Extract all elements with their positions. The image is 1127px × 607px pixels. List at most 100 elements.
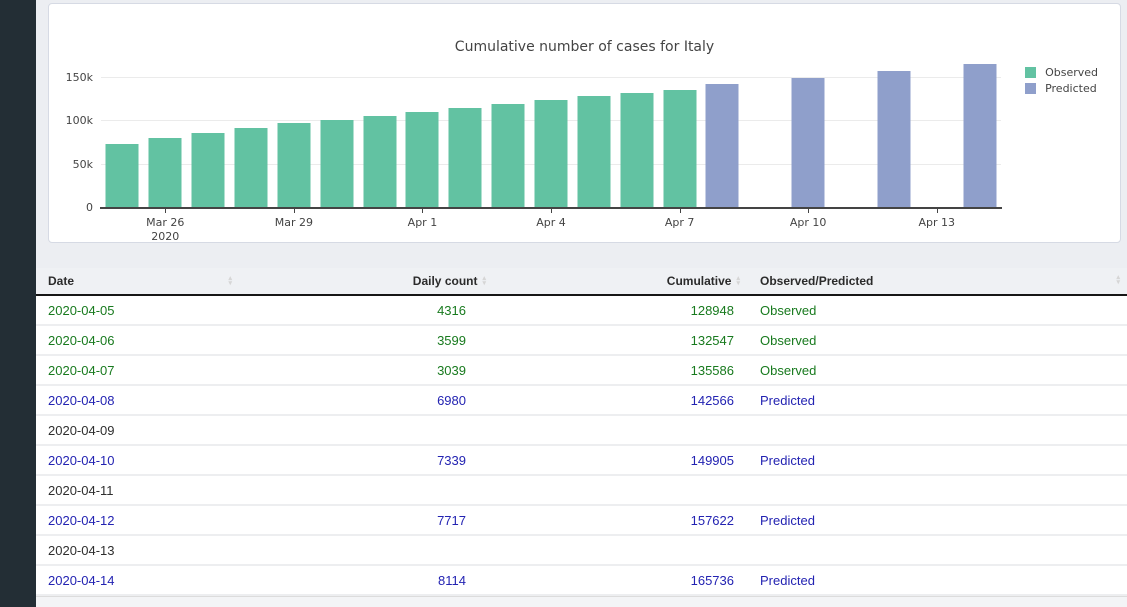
cell-date: 2020-04-05	[48, 302, 115, 318]
predicted-bar-2020-04-14	[963, 64, 997, 208]
cell-date: 2020-04-08	[48, 392, 115, 408]
chart-slot-2020-04-08	[701, 58, 744, 208]
x-tick-label: Apr 10	[789, 216, 827, 229]
cell-observed-predicted: Observed	[760, 332, 817, 348]
observed-bar-2020-04-07	[663, 90, 697, 208]
cell-date: 2020-04-12	[48, 512, 115, 528]
chart-slot-2020-04-09	[744, 58, 787, 208]
observed-bar-2020-04-01	[405, 112, 439, 208]
chart-slot-2020-03-31	[358, 58, 401, 208]
observed-bar-2020-04-05	[577, 96, 611, 208]
cell-cumulative: 165736	[690, 572, 734, 588]
cell-cumulative: 135586	[690, 362, 734, 378]
observed-bar-2020-03-27	[191, 133, 225, 208]
cell-observed-predicted: Predicted	[760, 512, 815, 528]
bar-chart-plot-area: Mar 26 2020 Mar 29 Apr 1 Apr 4 Apr 7 Apr 10 Apr…	[66, 58, 1002, 243]
cell-date: 2020-04-06	[48, 332, 115, 348]
sort-icon[interactable]: ▴ ▾	[1116, 274, 1120, 286]
predicted-bar-2020-04-08	[705, 84, 739, 208]
cell-cumulative: 142566	[690, 392, 734, 408]
chart-slot-2020-04-06	[615, 58, 658, 208]
cell-observed-predicted: Predicted	[760, 392, 815, 408]
observed-predicted-header-label: Observed/Predicted	[760, 274, 874, 288]
chart-slot-2020-04-01: Apr 1	[401, 58, 444, 229]
cell-daily-count: 3039	[437, 362, 466, 378]
table-next-row-cutoff	[36, 596, 1127, 607]
chart-card: Cumulative number of cases for Italy Mar…	[48, 3, 1121, 243]
cases-table: Date ▴ ▾ Daily count ▴ ▾ Cumulative ▴ ▾ Obs…	[36, 268, 1127, 607]
chart-slot-2020-04-03	[487, 58, 530, 208]
legend-item-predicted[interactable]: Predicted	[1025, 82, 1098, 95]
sort-icon[interactable]: ▴ ▾	[482, 275, 486, 287]
cell-date: 2020-04-10	[48, 452, 115, 468]
x-tick-label: Mar 29	[274, 216, 313, 229]
cell-cumulative: 132547	[690, 332, 734, 348]
cell-date: 2020-04-11	[48, 482, 114, 498]
chart-slot-2020-04-10: Apr 10	[787, 58, 830, 229]
table-row-2020-04-09: 2020-04-09	[36, 416, 1127, 446]
chart-bars: Mar 26 2020 Mar 29 Apr 1 Apr 4 Apr 7 Apr 10 Apr…	[101, 58, 1001, 243]
table-header-row: Date ▴ ▾ Daily count ▴ ▾ Cumulative ▴ ▾ Obs…	[36, 268, 1127, 296]
observed-bar-2020-04-04	[534, 100, 568, 208]
column-header-daily-count[interactable]: Daily count ▴ ▾	[240, 268, 492, 294]
legend-item-observed[interactable]: Observed	[1025, 66, 1098, 79]
chart-slot-2020-03-29: Mar 29	[272, 58, 315, 229]
cell-daily-count: 6980	[437, 392, 466, 408]
cell-date: 2020-04-09	[48, 422, 115, 438]
sort-icon[interactable]: ▴ ▾	[736, 275, 740, 287]
table-row-2020-04-08: 2020-04-08 6980 142566 Predicted	[36, 386, 1127, 416]
cell-daily-count: 4316	[437, 302, 466, 318]
observed-bar-2020-03-28	[234, 128, 268, 208]
sort-icon[interactable]: ▴ ▾	[228, 275, 232, 287]
column-header-date[interactable]: Date ▴ ▾	[36, 268, 240, 294]
left-nav-sidebar[interactable]	[0, 0, 36, 607]
column-header-cumulative[interactable]: Cumulative ▴ ▾	[492, 268, 746, 294]
observed-bar-2020-03-29	[277, 123, 311, 208]
chart-title: Cumulative number of cases for Italy	[454, 39, 715, 55]
cell-date: 2020-04-07	[48, 362, 115, 378]
cell-daily-count: 3599	[437, 332, 466, 348]
x-tick-label: Mar 26 2020	[146, 216, 185, 243]
x-tick-label: Apr 4	[536, 216, 566, 229]
observed-bar-2020-03-26	[148, 138, 182, 208]
table-row-2020-04-07: 2020-04-07 3039 135586 Observed	[36, 356, 1127, 386]
table-body: 2020-04-05 4316 128948 Observed 2020-04-06 35…	[36, 296, 1127, 596]
table-row-2020-04-11: 2020-04-11	[36, 476, 1127, 506]
cell-observed-predicted: Predicted	[760, 452, 815, 468]
y-tick-label: 150k	[65, 71, 93, 84]
observed-bar-2020-03-31	[363, 116, 397, 208]
chart-slot-2020-03-28	[230, 58, 273, 208]
x-tick-label: Apr 13	[918, 216, 956, 229]
date-header-label: Date	[48, 274, 75, 288]
cell-date: 2020-04-13	[48, 542, 115, 558]
observed-bar-2020-04-02	[448, 108, 482, 208]
table-row-2020-04-13: 2020-04-13	[36, 536, 1127, 566]
table-row-2020-04-14: 2020-04-14 8114 165736 Predicted	[36, 566, 1127, 596]
predicted-bar-2020-04-12	[877, 71, 911, 208]
daily-count-header-label: Daily count	[412, 274, 478, 288]
main-content: Cumulative number of cases for Italy Mar…	[36, 0, 1127, 607]
chart-slot-2020-03-26: Mar 26 2020	[144, 58, 187, 243]
chart-slot-2020-04-02	[444, 58, 487, 208]
y-tick-label: 0	[86, 201, 93, 214]
cumulative-header-label: Cumulative	[666, 274, 732, 288]
table-row-2020-04-10: 2020-04-10 7339 149905 Predicted	[36, 446, 1127, 476]
predicted-legend-label: Predicted	[1045, 82, 1097, 95]
chart-slot-2020-04-11	[830, 58, 873, 208]
y-tick-label: 50k	[72, 157, 93, 171]
chart-slot-2020-04-12	[872, 58, 915, 208]
chart-slot-2020-04-14	[958, 58, 1001, 208]
chart-slot-2020-03-27	[187, 58, 230, 208]
chart-slot-2020-04-04: Apr 4	[530, 58, 573, 229]
observed-bar-2020-04-06	[620, 93, 654, 208]
y-tick-label: 100k	[65, 114, 93, 128]
cell-observed-predicted: Predicted	[760, 572, 815, 588]
cell-cumulative: 157622	[690, 512, 734, 528]
table-row-2020-04-06: 2020-04-06 3599 132547 Observed	[36, 326, 1127, 356]
chart-slot-2020-04-07: Apr 7	[658, 58, 701, 229]
app-window: Cumulative number of cases for Italy Mar…	[0, 0, 1127, 607]
column-header-observed-predicted[interactable]: Observed/Predicted	[746, 268, 1127, 294]
chart-legend: Observed Predicted	[1025, 66, 1098, 98]
table-row-2020-04-12: 2020-04-12 7717 157622 Predicted	[36, 506, 1127, 536]
table-row-2020-04-05: 2020-04-05 4316 128948 Observed	[36, 296, 1127, 326]
